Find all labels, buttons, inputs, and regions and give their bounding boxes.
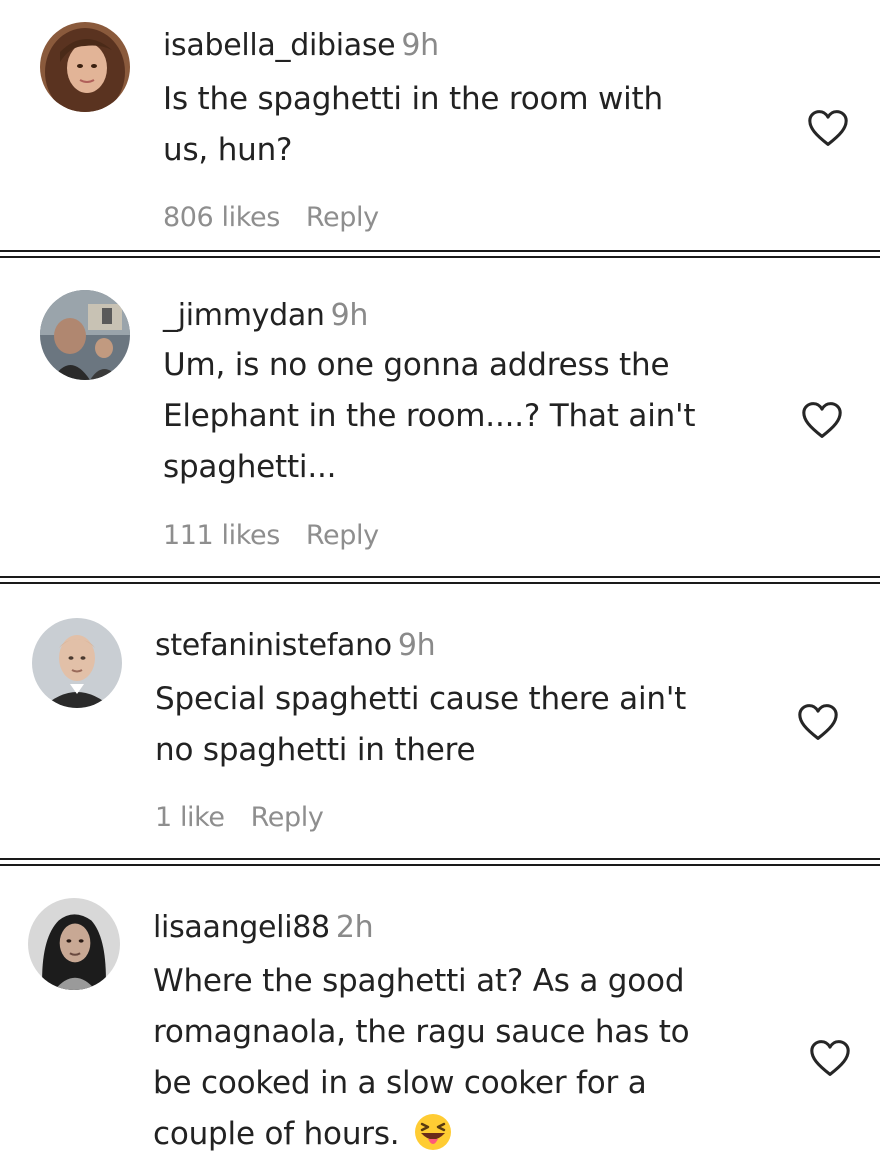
comment-line: Where the spaghetti at? As a good bbox=[153, 963, 685, 999]
reply-button[interactable]: Reply bbox=[306, 202, 379, 233]
username[interactable]: isabella_dibiase bbox=[163, 28, 396, 63]
comment-header: isabella_dibiase 9h bbox=[163, 28, 439, 63]
comment-meta: 1 like Reply bbox=[155, 802, 324, 833]
comment-line-with-emoji: couple of hours. bbox=[153, 1109, 689, 1160]
likes-count[interactable]: 1 like bbox=[155, 802, 225, 833]
likes-count[interactable]: 111 likes bbox=[163, 520, 280, 551]
comment-3: stefaninistefano 9h Special spaghetti cau… bbox=[0, 584, 880, 858]
squinting-face-with-tongue-emoji bbox=[413, 1112, 453, 1152]
avatar[interactable] bbox=[28, 898, 120, 990]
separator bbox=[0, 858, 880, 866]
username[interactable]: lisaangeli88 bbox=[153, 910, 330, 945]
comment-meta: 111 likes Reply bbox=[163, 520, 379, 551]
comment-2: _jimmydan 9h Um, is no one gonna address … bbox=[0, 258, 880, 576]
likes-count[interactable]: 806 likes bbox=[163, 202, 280, 233]
comment-line: couple of hours. bbox=[153, 1116, 400, 1152]
comment-header: stefaninistefano 9h bbox=[155, 628, 436, 663]
comment-line: Elephant in the room....? That ain't bbox=[163, 398, 696, 434]
username[interactable]: stefaninistefano bbox=[155, 628, 392, 663]
comment-line: spaghetti... bbox=[163, 449, 337, 485]
comment-text: Special spaghetti cause there ain't no s… bbox=[155, 674, 686, 776]
comment-text: Is the spaghetti in the room with us, hu… bbox=[163, 74, 663, 176]
avatar[interactable] bbox=[40, 290, 130, 380]
comment-line: be cooked in a slow cooker for a bbox=[153, 1065, 647, 1101]
comment-line: Is the spaghetti in the room with bbox=[163, 81, 663, 117]
comment-header: _jimmydan 9h bbox=[163, 298, 368, 333]
timestamp: 9h bbox=[330, 298, 369, 333]
avatar[interactable] bbox=[32, 618, 122, 708]
timestamp: 9h bbox=[397, 628, 436, 663]
separator bbox=[0, 250, 880, 258]
comment-line: romagnaola, the ragu sauce has to bbox=[153, 1014, 690, 1050]
heart-icon[interactable] bbox=[796, 702, 840, 742]
heart-icon[interactable] bbox=[808, 1038, 852, 1078]
comment-text: Um, is no one gonna address the Elephant… bbox=[163, 340, 696, 493]
avatar[interactable] bbox=[40, 22, 130, 112]
comment-line: Special spaghetti cause there ain't bbox=[155, 681, 687, 717]
reply-button[interactable]: Reply bbox=[251, 802, 324, 833]
username[interactable]: _jimmydan bbox=[163, 298, 325, 333]
comment-line: us, hun? bbox=[163, 132, 293, 168]
comment-meta: 806 likes Reply bbox=[163, 202, 379, 233]
comment-4: lisaangeli88 2h Where the spaghetti at? A… bbox=[0, 866, 880, 1176]
comment-line: no spaghetti in there bbox=[155, 732, 476, 768]
comment-1: isabella_dibiase 9h Is the spaghetti in t… bbox=[0, 0, 880, 250]
heart-icon[interactable] bbox=[800, 400, 844, 440]
comment-text: Where the spaghetti at? As a good romagn… bbox=[153, 956, 690, 1160]
timestamp: 2h bbox=[335, 910, 374, 945]
separator bbox=[0, 576, 880, 584]
comment-line: Um, is no one gonna address the bbox=[163, 347, 670, 383]
reply-button[interactable]: Reply bbox=[306, 520, 379, 551]
comment-header: lisaangeli88 2h bbox=[153, 910, 374, 945]
heart-icon[interactable] bbox=[806, 108, 850, 148]
timestamp: 9h bbox=[401, 28, 439, 63]
